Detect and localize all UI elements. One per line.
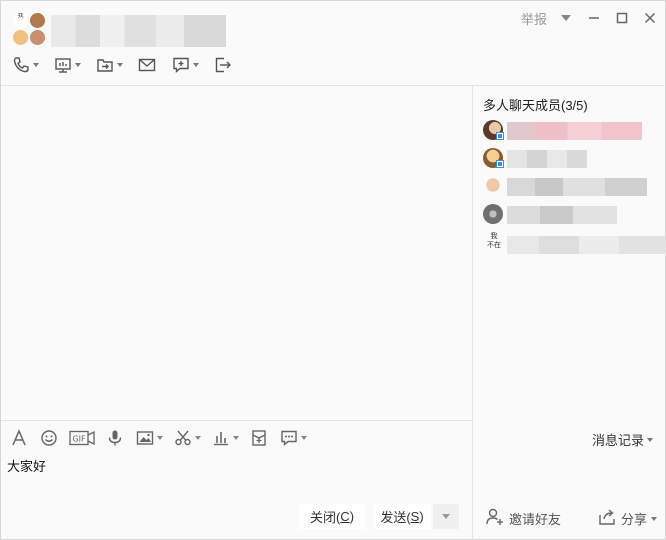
maximize-icon[interactable] xyxy=(613,9,631,27)
phone-icon xyxy=(11,55,31,75)
font-icon xyxy=(9,428,29,448)
svg-text:GIF: GIF xyxy=(72,435,86,444)
mail-button[interactable] xyxy=(137,55,157,75)
report-link[interactable]: 举报 xyxy=(521,9,547,28)
member-panel: 多人聊天成员(3/5) 我 不在 xyxy=(473,86,666,501)
avatar-tile xyxy=(30,30,45,45)
file-transfer-icon xyxy=(95,55,115,75)
top-toolbar xyxy=(11,53,233,77)
avatar-tile xyxy=(13,30,28,45)
avatar-tile: 我 xyxy=(13,13,28,28)
invite-label: 邀请好友 xyxy=(509,512,562,527)
chart-icon xyxy=(211,428,231,448)
emoji-button[interactable] xyxy=(39,428,59,448)
member-item[interactable] xyxy=(483,176,663,198)
send-options-button[interactable] xyxy=(433,504,459,529)
chevron-down-icon[interactable] xyxy=(157,436,163,440)
chevron-down-icon[interactable] xyxy=(557,9,575,27)
away-label: 我 不在 xyxy=(487,233,501,249)
send-button[interactable]: 发送(S) xyxy=(373,504,431,529)
chevron-down-icon[interactable] xyxy=(301,436,307,440)
chevron-down-icon xyxy=(651,516,658,521)
member-item[interactable]: 我 不在 xyxy=(483,232,666,254)
avatar: 我 不在 xyxy=(483,232,503,252)
blurred-member-name xyxy=(507,122,642,140)
window-controls: 举报 xyxy=(521,7,659,29)
add-user-icon xyxy=(485,507,505,530)
chevron-down-icon[interactable] xyxy=(117,63,123,67)
chevron-down-icon[interactable] xyxy=(33,63,39,67)
chevron-down-icon[interactable] xyxy=(75,63,81,67)
blurred-member-name xyxy=(507,178,647,196)
voice-call-button[interactable] xyxy=(11,55,39,75)
font-button[interactable] xyxy=(9,428,29,448)
add-app-button[interactable] xyxy=(171,55,199,75)
message-options-button[interactable] xyxy=(279,428,307,448)
invite-friends-button[interactable]: 邀请好友 xyxy=(485,507,561,530)
chevron-down-icon[interactable] xyxy=(233,436,239,440)
red-packet-button[interactable] xyxy=(249,428,269,448)
screenshot-button[interactable] xyxy=(173,428,201,448)
blurred-group-name xyxy=(51,15,226,47)
member-item[interactable] xyxy=(483,204,663,226)
poll-button[interactable] xyxy=(211,428,239,448)
chat-window: 我 举报 GIF 消息记录 大家好 关闭(C) 发送(S) 多人聊天成员… xyxy=(0,0,666,540)
screen-share-button[interactable] xyxy=(53,55,81,75)
file-transfer-button[interactable] xyxy=(95,55,123,75)
message-area[interactable] xyxy=(1,86,472,420)
avatar xyxy=(483,204,503,224)
member-item[interactable] xyxy=(483,120,663,142)
message-input[interactable]: 大家好 xyxy=(7,456,46,475)
input-toolbar: GIF xyxy=(9,427,465,449)
title-bar[interactable]: 我 举报 xyxy=(1,1,665,49)
chevron-down-icon xyxy=(442,514,450,519)
mic-icon xyxy=(105,428,125,448)
minimize-icon[interactable] xyxy=(585,9,603,27)
gif-icon: GIF xyxy=(69,428,95,448)
member-panel-title: 多人聊天成员(3/5) xyxy=(483,98,588,113)
gif-button[interactable]: GIF xyxy=(69,428,95,448)
close-button[interactable]: 关闭(C) xyxy=(298,504,366,529)
share-icon xyxy=(597,507,617,530)
exit-icon xyxy=(213,55,233,75)
status-badge xyxy=(496,132,504,140)
voice-message-button[interactable] xyxy=(105,428,125,448)
share-label: 分享 xyxy=(621,512,648,527)
input-divider xyxy=(1,420,472,421)
chevron-down-icon[interactable] xyxy=(193,63,199,67)
message-options-icon xyxy=(279,428,299,448)
red-packet-icon xyxy=(249,428,269,448)
close-icon[interactable] xyxy=(641,9,659,27)
emoji-icon xyxy=(39,428,59,448)
blurred-member-name xyxy=(507,236,666,254)
status-badge xyxy=(496,160,504,168)
group-avatar[interactable]: 我 xyxy=(13,13,47,47)
member-item[interactable] xyxy=(483,148,663,170)
image-button[interactable] xyxy=(135,428,163,448)
blurred-member-name xyxy=(507,206,617,224)
scissors-icon xyxy=(173,428,193,448)
screen-share-icon xyxy=(53,55,73,75)
share-button[interactable]: 分享 xyxy=(597,507,658,530)
avatar xyxy=(483,176,503,196)
blurred-member-name xyxy=(507,150,587,168)
chevron-down-icon[interactable] xyxy=(195,436,201,440)
avatar-tile xyxy=(30,13,45,28)
mail-icon xyxy=(137,55,157,75)
exit-group-button[interactable] xyxy=(213,55,233,75)
add-app-icon xyxy=(171,55,191,75)
image-icon xyxy=(135,428,155,448)
